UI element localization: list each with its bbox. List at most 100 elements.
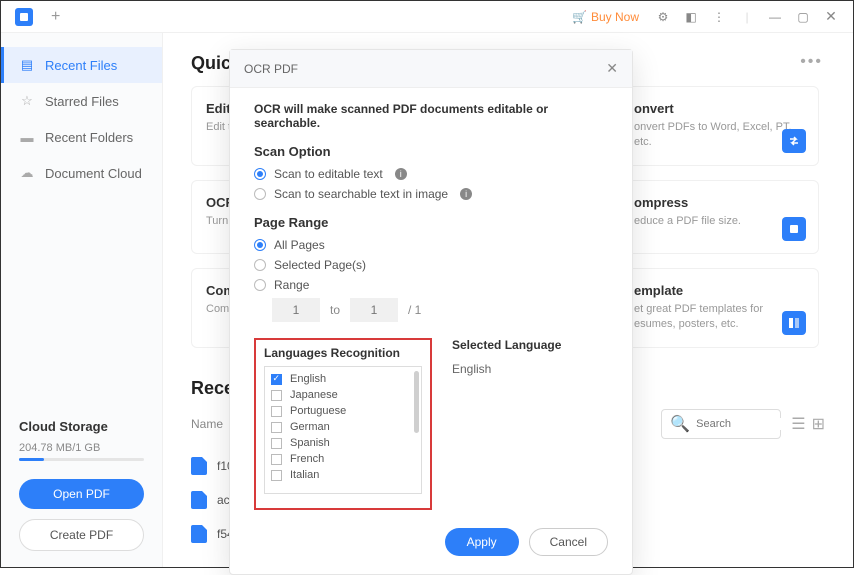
card-convert[interactable]: onvert onvert PDFs to Word, Excel, PT, e… [619,86,819,166]
radio-all-pages[interactable]: All Pages [254,238,608,252]
radio-icon [254,239,266,251]
page-range-title: Page Range [254,215,608,230]
sidebar-item-label: Starred Files [45,94,119,109]
lang-item-german[interactable]: German [271,419,415,435]
range-from-input[interactable] [272,298,320,322]
name-column-header: Name [191,417,223,431]
create-pdf-button[interactable]: Create PDF [19,519,144,551]
checkbox-icon [271,406,282,417]
checkbox-icon [271,422,282,433]
radio-label: Scan to editable text [274,167,383,181]
convert-icon [782,129,806,153]
lang-item-french[interactable]: French [271,451,415,467]
search-input[interactable]: 🔍 [661,409,781,439]
lang-item-italian[interactable]: Italian [271,467,415,483]
checkbox-icon [271,470,282,481]
range-to-label: to [330,303,340,317]
checkbox-icon [271,454,282,465]
storage-usage: 204.78 MB/1 GB [19,442,144,454]
selected-language-value: English [452,362,561,376]
languages-list[interactable]: English Japanese Portuguese German Spani… [264,366,422,494]
lang-item-spanish[interactable]: Spanish [271,435,415,451]
folder-icon: ▬ [19,129,35,145]
compress-icon [782,217,806,241]
sidebar-item-label: Recent Folders [45,130,133,145]
radio-icon [254,188,266,200]
app-tab-icon[interactable] [15,8,33,26]
close-button[interactable]: ✕ [817,8,845,25]
maximize-button[interactable]: ▢ [789,10,817,24]
storage-title: Cloud Storage [19,419,144,434]
sidebar-item-starred-files[interactable]: ☆ Starred Files [1,83,162,119]
radio-icon [254,259,266,271]
sidebar-item-label: Recent Files [45,58,117,73]
list-view-icon[interactable]: ☰ [791,414,805,434]
more-icon[interactable]: ••• [800,53,823,71]
card-desc: onvert PDFs to Word, Excel, PT, etc. [634,120,804,151]
grid-view-icon[interactable]: ⊞ [812,414,825,434]
radio-label: Scan to searchable text in image [274,187,448,201]
selected-language-title: Selected Language [452,338,561,352]
titlebar: + 🛒 Buy Now ⚙ ◧ ⋮ | — ▢ ✕ [1,1,853,33]
modal-close-button[interactable]: ✕ [606,60,618,77]
info-icon[interactable]: i [395,168,407,180]
sidebar-item-label: Document Cloud [45,166,142,181]
card-compress[interactable]: ompress educe a PDF file size. [619,180,819,254]
menu-icon[interactable]: ⋮ [705,10,733,24]
cart-icon: 🛒 [572,10,587,24]
checkbox-icon [271,374,282,385]
minimize-button[interactable]: — [761,10,789,24]
radio-scan-editable[interactable]: Scan to editable text i [254,167,608,181]
checkbox-icon [271,438,282,449]
card-template[interactable]: emplate et great PDF templates for esume… [619,268,819,348]
range-to-input[interactable] [350,298,398,322]
pdf-icon [191,491,207,509]
modal-header: OCR PDF ✕ [230,50,632,88]
cloud-icon: ☁ [19,165,35,181]
radio-icon [254,279,266,291]
info-icon[interactable]: i [460,188,472,200]
pdf-icon [191,525,207,543]
sidebar: ▤ Recent Files ☆ Starred Files ▬ Recent … [1,33,163,567]
ocr-modal: OCR PDF ✕ OCR will make scanned PDF docu… [229,49,633,575]
settings-icon[interactable]: ⚙ [649,10,677,24]
modal-title: OCR PDF [244,62,298,76]
radio-label: Selected Page(s) [274,258,366,272]
lang-item-portuguese[interactable]: Portuguese [271,403,415,419]
cancel-button[interactable]: Cancel [529,528,608,556]
languages-recognition-box: Languages Recognition English Japanese P… [254,338,432,510]
languages-title: Languages Recognition [264,346,422,360]
new-tab-button[interactable]: + [51,8,60,26]
buy-now-link[interactable]: 🛒 Buy Now [572,10,639,24]
apply-button[interactable]: Apply [445,528,519,556]
sidebar-item-document-cloud[interactable]: ☁ Document Cloud [1,155,162,191]
file-icon: ▤ [19,57,35,73]
checkbox-icon [271,390,282,401]
modal-message: OCR will make scanned PDF documents edit… [254,102,608,130]
card-title: ompress [634,195,804,210]
user-icon[interactable]: ◧ [677,10,705,24]
lang-item-english[interactable]: English [271,371,415,387]
template-icon [782,311,806,335]
pdf-icon [191,457,207,475]
sidebar-item-recent-files[interactable]: ▤ Recent Files [1,47,162,83]
radio-label: All Pages [274,238,325,252]
buy-now-label: Buy Now [591,10,639,24]
star-icon: ☆ [19,93,35,109]
open-pdf-button[interactable]: Open PDF [19,479,144,509]
lang-item-japanese[interactable]: Japanese [271,387,415,403]
scan-option-title: Scan Option [254,144,608,159]
radio-scan-searchable[interactable]: Scan to searchable text in image i [254,187,608,201]
card-desc: et great PDF templates for esumes, poste… [634,302,804,333]
card-desc: educe a PDF file size. [634,214,804,229]
sidebar-item-recent-folders[interactable]: ▬ Recent Folders [1,119,162,155]
radio-label: Range [274,278,309,292]
radio-selected-pages[interactable]: Selected Page(s) [254,258,608,272]
radio-icon [254,168,266,180]
radio-range[interactable]: Range [254,278,608,292]
card-title: emplate [634,283,804,298]
range-total: / 1 [408,303,421,317]
search-icon: 🔍 [670,414,690,434]
storage-bar [19,458,144,461]
card-title: onvert [634,101,804,116]
